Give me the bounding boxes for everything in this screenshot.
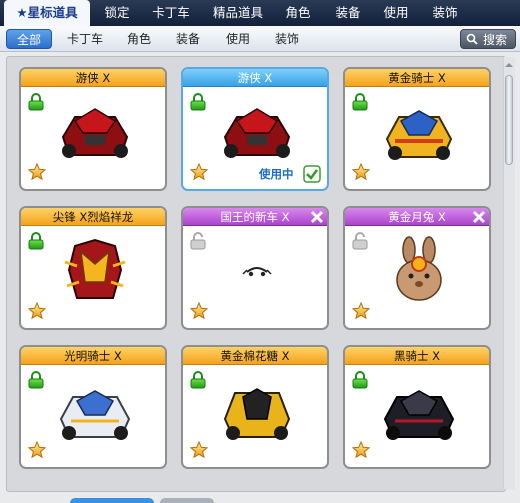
tab-premium-items[interactable]: 精品道具 <box>206 0 270 26</box>
star-icon[interactable] <box>352 163 370 181</box>
filter-karts[interactable]: 卡丁车 <box>60 29 110 49</box>
tab-karts[interactable]: 卡丁车 <box>142 0 200 26</box>
search-label: 搜索 <box>483 33 508 47</box>
lock-icon[interactable] <box>352 371 368 389</box>
star-icon[interactable] <box>190 163 208 181</box>
item-name: 黄金棉花糖 X <box>183 347 327 365</box>
item-card[interactable]: 国王的新车 X <box>181 206 329 330</box>
lock-icon[interactable] <box>190 371 206 389</box>
red-kart-image <box>61 108 129 158</box>
invisible-kart-image <box>242 267 272 277</box>
star-icon[interactable] <box>352 302 370 320</box>
search-button[interactable]: 搜索 <box>460 29 516 49</box>
white-kart-image <box>59 390 131 440</box>
item-name: 国王的新车 X <box>183 208 327 226</box>
item-name: 黄金骑士 X <box>345 69 489 87</box>
item-card[interactable]: 游侠 X <box>19 67 167 191</box>
item-name: 光明骑士 X <box>21 347 165 365</box>
item-card[interactable]: 黄金棉花糖 X <box>181 345 329 469</box>
item-card[interactable]: 黑骑士 X <box>343 345 491 469</box>
item-name: 尖锋 X烈焰祥龙 <box>21 208 165 226</box>
tab-locked[interactable]: 锁定 <box>94 0 140 26</box>
lock-icon[interactable] <box>28 93 44 111</box>
in-use-label: 使用中 <box>259 167 294 181</box>
filter-bar: 全部 卡丁车 角色 装备 使用 装饰 <box>0 26 520 52</box>
checkmark-icon <box>303 165 321 183</box>
red-kart-image <box>223 108 291 158</box>
unlocked-icon[interactable] <box>190 232 206 250</box>
filter-all[interactable]: 全部 <box>6 29 52 49</box>
star-icon[interactable] <box>28 441 46 459</box>
filter-use[interactable]: 使用 <box>216 29 260 49</box>
search-icon <box>466 33 478 45</box>
dragon-kart-image <box>64 238 126 299</box>
lock-icon[interactable] <box>190 93 206 111</box>
filter-characters[interactable]: 角色 <box>118 29 160 49</box>
filter-equipment[interactable]: 装备 <box>166 29 210 49</box>
star-icon[interactable] <box>190 441 208 459</box>
lock-icon[interactable] <box>352 93 368 111</box>
black-kart-image <box>383 390 455 440</box>
lock-icon[interactable] <box>28 232 44 250</box>
item-card[interactable]: 光明骑士 X <box>19 345 167 469</box>
item-card[interactable]: 黄金月兔 X <box>343 206 491 330</box>
star-icon[interactable] <box>28 302 46 320</box>
gold-kart-image <box>385 110 453 160</box>
item-name: 黑骑士 X <box>345 347 489 365</box>
rabbit-image <box>396 236 442 301</box>
star-icon[interactable] <box>190 302 208 320</box>
tab-decoration[interactable]: 装饰 <box>422 0 468 26</box>
item-card[interactable]: 尖锋 X烈焰祥龙 <box>19 206 167 330</box>
lock-icon[interactable] <box>28 371 44 389</box>
scroll-up-icon[interactable] <box>504 60 514 70</box>
close-icon[interactable] <box>472 210 486 224</box>
tab-equipment[interactable]: 装备 <box>326 0 370 26</box>
bottom-tab-1[interactable] <box>70 498 154 503</box>
item-card-in-use[interactable]: 游侠 X 使用中 <box>181 67 329 191</box>
unlocked-icon[interactable] <box>352 232 368 250</box>
tab-starred-items[interactable]: ★星标道具 <box>4 0 90 26</box>
scrollbar-thumb[interactable] <box>505 75 513 165</box>
close-icon[interactable] <box>310 210 324 224</box>
item-name: 游侠 X <box>183 69 327 87</box>
bottom-tab-2[interactable] <box>160 498 214 503</box>
filter-decoration[interactable]: 装饰 <box>264 29 310 49</box>
item-card[interactable]: 黄金骑士 X <box>343 67 491 191</box>
item-name: 黄金月兔 X <box>345 208 489 226</box>
top-tab-bar: ★星标道具 锁定 卡丁车 精品道具 角色 装备 使用 装饰 <box>0 0 520 26</box>
star-icon[interactable] <box>352 441 370 459</box>
star-icon[interactable] <box>28 163 46 181</box>
gold-black-kart-image <box>223 388 291 440</box>
item-name: 游侠 X <box>21 69 165 87</box>
tab-use[interactable]: 使用 <box>374 0 418 26</box>
tab-characters[interactable]: 角色 <box>276 0 320 26</box>
